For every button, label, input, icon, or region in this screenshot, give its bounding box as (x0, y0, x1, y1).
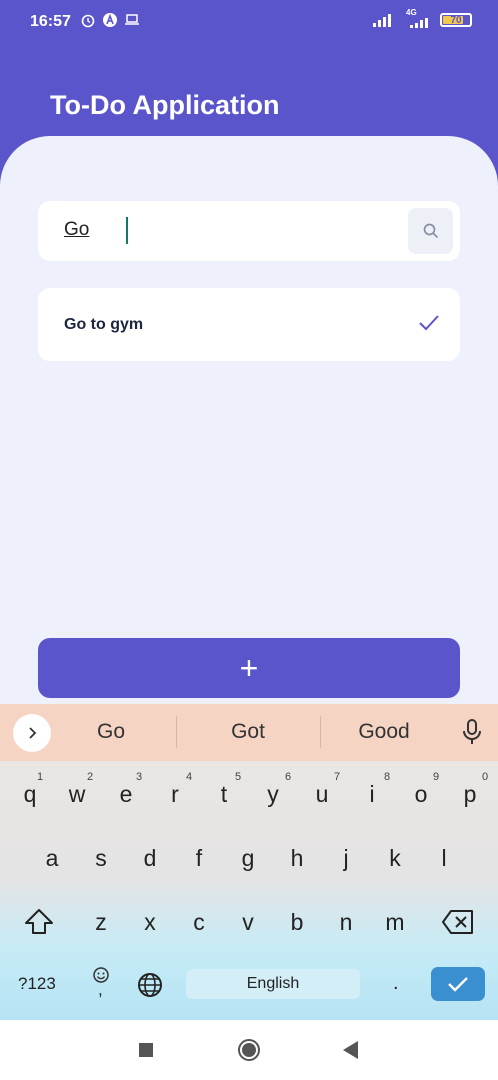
key-hint-8: 8 (384, 771, 391, 783)
key-o[interactable]: o (406, 781, 436, 808)
suggestion-2[interactable]: Got (193, 720, 303, 744)
key-h[interactable]: h (282, 845, 312, 872)
keyboard: Go Got Good q 1 w 2 e 3 r 4 t 5 y 6 u 7 … (0, 704, 498, 1020)
key-hint-6: 6 (285, 771, 292, 783)
key-t[interactable]: t (209, 781, 239, 808)
key-q[interactable]: q (15, 781, 45, 808)
expand-toolbar-button[interactable] (13, 714, 51, 752)
key-hint-2: 2 (87, 771, 94, 783)
shift-icon[interactable] (22, 907, 56, 937)
key-hint-5: 5 (235, 771, 242, 783)
battery-icon: 70 (440, 13, 472, 27)
key-z[interactable]: z (86, 909, 116, 936)
suggestion-divider (176, 716, 177, 748)
suggestion-3[interactable]: Good (329, 720, 439, 744)
key-k[interactable]: k (380, 845, 410, 872)
key-hint-7: 7 (334, 771, 341, 783)
key-hint-4: 4 (186, 771, 193, 783)
key-g[interactable]: g (233, 845, 263, 872)
signal-4g-icon: 4G (404, 8, 430, 28)
key-e[interactable]: e (111, 781, 141, 808)
period-key[interactable]: . (393, 972, 399, 995)
navigation-bar (0, 1020, 498, 1080)
key-i[interactable]: i (357, 781, 387, 808)
symbols-key[interactable]: ?123 (18, 974, 56, 994)
suggestion-divider (320, 716, 321, 748)
search-bar: Go (38, 201, 460, 261)
network-label: 4G (406, 8, 417, 17)
key-p[interactable]: p (455, 781, 485, 808)
suggestion-bar: Go Got Good (0, 704, 498, 761)
text-cursor (126, 217, 128, 244)
key-r[interactable]: r (160, 781, 190, 808)
search-input[interactable]: Go (64, 219, 89, 241)
alarm-icon (81, 14, 95, 28)
key-s[interactable]: s (86, 845, 116, 872)
key-v[interactable]: v (233, 909, 263, 936)
key-hint-9: 9 (433, 771, 440, 783)
key-x[interactable]: x (135, 909, 165, 936)
emoji-comma-key[interactable]: , (92, 966, 110, 999)
recents-icon[interactable] (139, 1043, 153, 1057)
key-u[interactable]: u (307, 781, 337, 808)
key-d[interactable]: d (135, 845, 165, 872)
microphone-icon[interactable] (462, 718, 482, 746)
space-bar[interactable]: English (186, 969, 360, 999)
key-b[interactable]: b (282, 909, 312, 936)
key-y[interactable]: y (258, 781, 288, 808)
backspace-icon[interactable] (441, 909, 475, 935)
suggestion-1[interactable]: Go (56, 720, 166, 744)
key-hint-1: 1 (37, 771, 44, 783)
enter-button[interactable] (431, 967, 485, 1001)
key-m[interactable]: m (380, 909, 410, 936)
key-c[interactable]: c (184, 909, 214, 936)
app-a-icon (103, 13, 117, 27)
checkmark-icon (448, 977, 468, 992)
status-left-icons (80, 12, 140, 28)
search-icon (423, 223, 438, 239)
status-right-icons: 4G 70 (372, 8, 472, 28)
comma-label: , (98, 980, 103, 999)
search-button[interactable] (408, 208, 453, 254)
status-time: 16:57 (30, 13, 71, 30)
home-icon[interactable] (238, 1039, 260, 1061)
back-icon[interactable] (343, 1041, 358, 1059)
battery-level: 70 (450, 14, 462, 26)
page-title: To-Do Application (50, 90, 280, 120)
key-a[interactable]: a (37, 845, 67, 872)
key-n[interactable]: n (331, 909, 361, 936)
todo-text: Go to gym (64, 316, 144, 333)
chevron-right-icon (29, 727, 37, 739)
status-bar: 16:57 4G 70 (0, 0, 498, 44)
checkmark-icon[interactable] (418, 312, 440, 334)
key-f[interactable]: f (184, 845, 214, 872)
add-todo-button[interactable]: + (38, 638, 460, 698)
key-w[interactable]: w (62, 781, 92, 808)
key-hint-0: 0 (482, 771, 489, 783)
laptop-icon (125, 14, 139, 25)
key-hint-3: 3 (136, 771, 143, 783)
key-j[interactable]: j (331, 845, 361, 872)
key-l[interactable]: l (429, 845, 459, 872)
globe-icon[interactable] (136, 971, 164, 999)
signal-icon (373, 14, 391, 27)
todo-item[interactable]: Go to gym (38, 288, 460, 361)
